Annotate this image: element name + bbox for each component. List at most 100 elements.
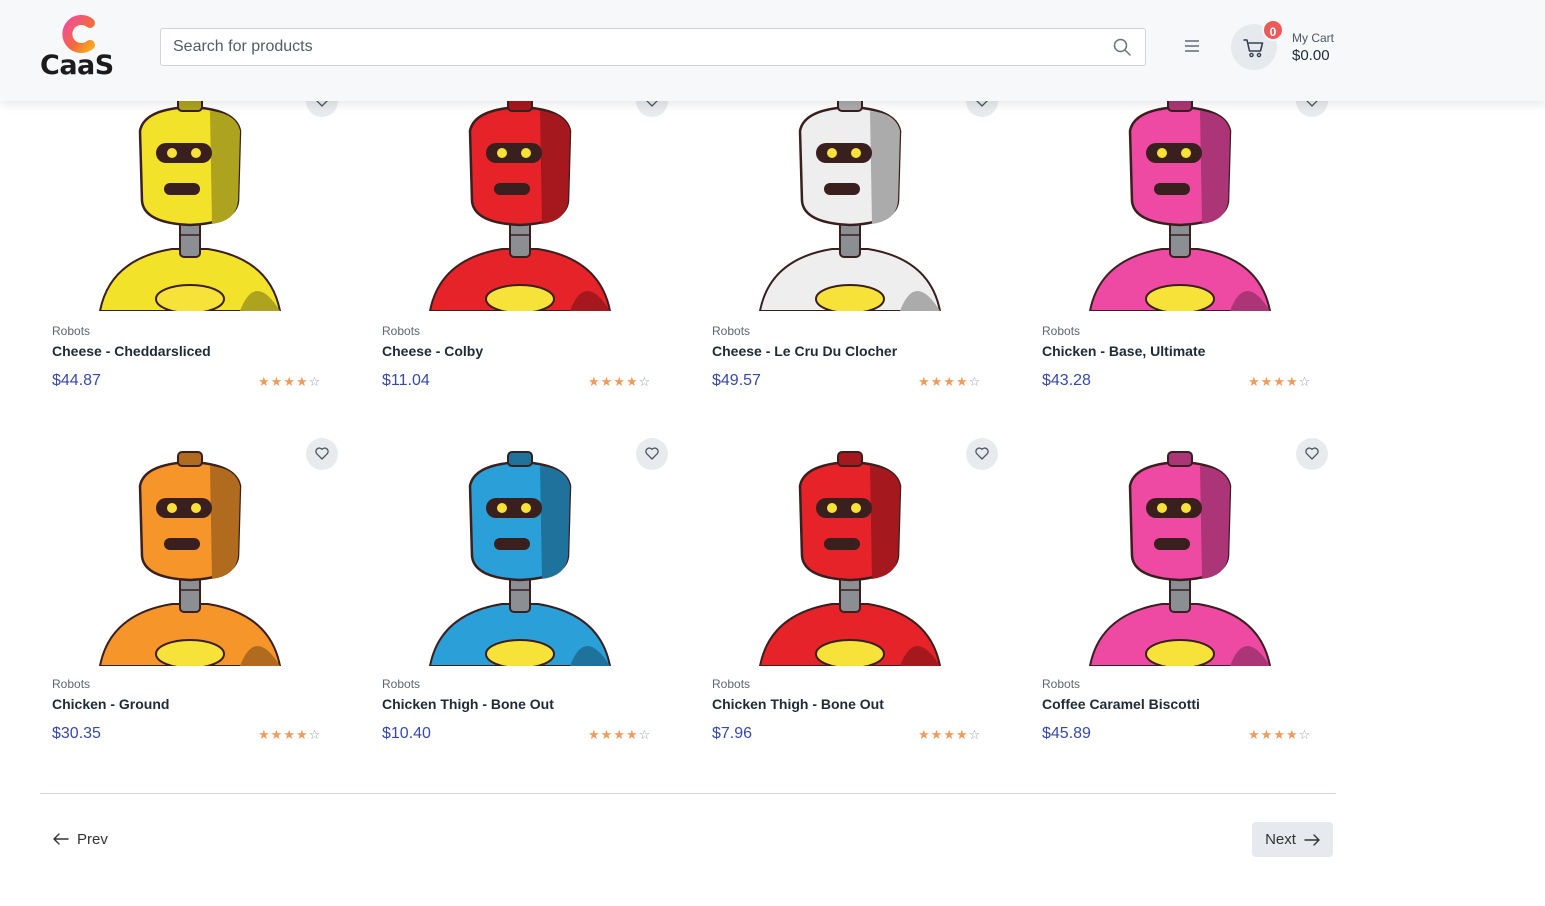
star-filled-icon: ★ [270, 374, 284, 389]
product-category: Robots [1042, 677, 1081, 691]
star-filled-icon: ★ [930, 727, 944, 742]
star-empty-icon: ☆ [1298, 374, 1312, 389]
product-category: Robots [382, 677, 421, 691]
product-image[interactable] [40, 91, 340, 311]
star-filled-icon: ★ [943, 727, 956, 742]
product-image[interactable] [700, 446, 1000, 666]
product-rating: ★★★★☆ [588, 727, 668, 742]
star-filled-icon: ★ [1285, 727, 1299, 742]
wishlist-button[interactable] [306, 438, 338, 470]
product-image[interactable] [370, 446, 670, 666]
product-category: Robots [52, 677, 91, 691]
product-image[interactable] [700, 91, 1000, 311]
star-filled-icon: ★ [283, 374, 296, 389]
star-filled-icon: ★ [1260, 374, 1274, 389]
product-rating: ★★★★☆ [258, 727, 338, 742]
star-filled-icon: ★ [1260, 727, 1274, 742]
prev-page-label: Prev [77, 830, 108, 848]
hamburger-icon [1185, 40, 1199, 52]
search-button[interactable] [1113, 38, 1133, 58]
arrow-right-icon [1304, 833, 1320, 846]
star-filled-icon: ★ [1285, 374, 1299, 389]
product-category: Robots [712, 324, 751, 338]
star-filled-icon: ★ [258, 727, 271, 742]
product-image[interactable] [1030, 446, 1330, 666]
star-filled-icon: ★ [1273, 374, 1286, 389]
robot-illustration [428, 451, 612, 666]
product-card[interactable]: Robots Chicken - Base, Ultimate $43.28 ★… [1030, 85, 1330, 423]
robot-illustration [758, 96, 942, 311]
star-filled-icon: ★ [918, 727, 931, 742]
star-filled-icon: ★ [588, 727, 601, 742]
robot-illustration [758, 451, 942, 666]
product-price: $43.28 [1042, 372, 1091, 389]
star-filled-icon: ★ [1273, 727, 1286, 742]
product-grid: Robots Cheese - Cheddarsliced $44.87 ★★★… [40, 0, 1340, 790]
star-empty-icon: ☆ [968, 727, 982, 742]
product-rating: ★★★★☆ [918, 374, 998, 389]
star-filled-icon: ★ [600, 727, 614, 742]
prev-page-button[interactable]: Prev [53, 828, 108, 850]
product-name[interactable]: Cheese - Le Cru Du Clocher [712, 343, 897, 359]
star-empty-icon: ☆ [1298, 727, 1312, 742]
product-price: $45.89 [1042, 725, 1091, 742]
product-card[interactable]: Robots Chicken - Ground $30.35 ★★★★☆ [40, 438, 340, 776]
product-name[interactable]: Cheese - Cheddarsliced [52, 343, 211, 359]
product-price: $44.87 [52, 372, 101, 389]
search-input[interactable] [161, 29, 1101, 65]
cart-icon [1243, 39, 1264, 58]
star-empty-icon: ☆ [638, 374, 652, 389]
next-page-button[interactable]: Next [1252, 822, 1333, 857]
star-filled-icon: ★ [258, 374, 271, 389]
wishlist-button[interactable] [1296, 438, 1328, 470]
star-filled-icon: ★ [955, 727, 969, 742]
star-filled-icon: ★ [295, 727, 309, 742]
heart-icon [645, 447, 659, 460]
product-rating: ★★★★☆ [588, 374, 668, 389]
star-filled-icon: ★ [955, 374, 969, 389]
product-card[interactable]: Robots Cheese - Le Cru Du Clocher $49.57… [700, 85, 1000, 423]
star-filled-icon: ★ [588, 374, 601, 389]
star-filled-icon: ★ [625, 374, 639, 389]
divider [40, 793, 1336, 794]
product-card[interactable]: Robots Coffee Caramel Biscotti $45.89 ★★… [1030, 438, 1330, 776]
product-card[interactable]: Robots Cheese - Colby $11.04 ★★★★☆ [370, 85, 670, 423]
star-filled-icon: ★ [295, 374, 309, 389]
product-price: $11.04 [382, 372, 430, 389]
product-name[interactable]: Chicken Thigh - Bone Out [712, 696, 884, 712]
product-name[interactable]: Coffee Caramel Biscotti [1042, 696, 1200, 712]
arrow-left-icon [53, 833, 69, 845]
product-rating: ★★★★☆ [1248, 727, 1328, 742]
next-page-label: Next [1265, 831, 1296, 848]
product-name[interactable]: Chicken Thigh - Bone Out [382, 696, 554, 712]
search-icon [1113, 38, 1131, 56]
logo-mark-icon [62, 15, 95, 53]
product-name[interactable]: Chicken - Ground [52, 696, 169, 712]
star-filled-icon: ★ [918, 374, 931, 389]
cart-count-badge: 0 [1262, 19, 1284, 41]
product-card[interactable]: Robots Cheese - Cheddarsliced $44.87 ★★★… [40, 85, 340, 423]
menu-button[interactable] [1183, 38, 1203, 56]
product-category: Robots [382, 324, 421, 338]
product-name[interactable]: Cheese - Colby [382, 343, 483, 359]
product-name[interactable]: Chicken - Base, Ultimate [1042, 343, 1205, 359]
star-empty-icon: ☆ [638, 727, 652, 742]
wishlist-button[interactable] [966, 438, 998, 470]
product-price: $7.96 [712, 725, 753, 742]
heart-icon [315, 447, 329, 460]
robot-illustration [1088, 96, 1272, 311]
product-card[interactable]: Robots Chicken Thigh - Bone Out $7.96 ★★… [700, 438, 1000, 776]
product-price: $30.35 [52, 725, 101, 742]
product-image[interactable] [1030, 91, 1330, 311]
product-image[interactable] [370, 91, 670, 311]
wishlist-button[interactable] [636, 438, 668, 470]
search-bar [160, 28, 1146, 66]
heart-icon [1305, 447, 1319, 460]
product-card[interactable]: Robots Chicken Thigh - Bone Out $10.40 ★… [370, 438, 670, 776]
star-filled-icon: ★ [930, 374, 944, 389]
logo[interactable]: CaaS [38, 14, 124, 82]
product-image[interactable] [40, 446, 340, 666]
product-rating: ★★★★☆ [258, 374, 338, 389]
cart-label: My Cart [1292, 31, 1334, 45]
cart-total: $0.00 [1292, 47, 1330, 64]
